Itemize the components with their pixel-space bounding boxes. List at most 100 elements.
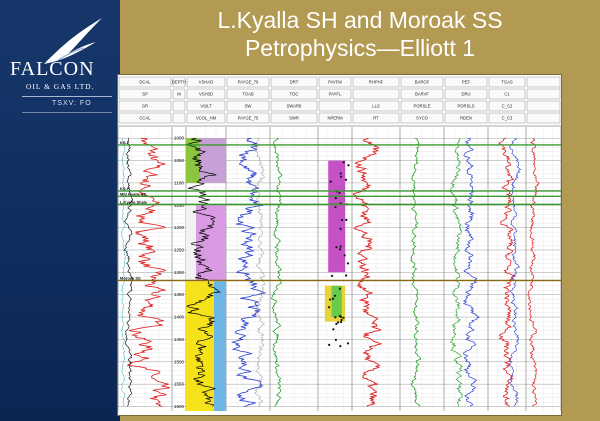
log-header-label: DCAL <box>139 80 151 85</box>
formation-marker-label: L.Kyalla Shale <box>120 199 148 204</box>
core-sample-dot <box>327 306 331 309</box>
core-sample-dot <box>334 338 338 341</box>
depth-label: 1600 <box>174 404 185 409</box>
log-header-cell <box>526 100 561 112</box>
log-header-label: BARVF <box>415 92 429 97</box>
log-header-label: DEPTH <box>172 80 186 85</box>
log-header-label: CCAL <box>139 116 151 121</box>
depth-label: 1200 <box>174 225 185 230</box>
depth-label: 1300 <box>174 270 185 275</box>
log-header-label: VSH3D <box>199 92 213 97</box>
log-header-label: PAYGE_76 <box>238 80 259 85</box>
lithology-silt-fill <box>186 205 196 282</box>
title-line-1: L.Kyalla SH and Moroak SS <box>217 7 503 33</box>
log-header-label: PEF <box>462 80 471 85</box>
formation-marker-label: Moroak SS <box>120 275 141 280</box>
well-log-panel: DCAL SP GR CCAL DEPTH M VSHAD VSH3D VSILT VCOL_HM… <box>117 74 562 416</box>
log-header-cell <box>526 112 561 124</box>
depth-label: 1100 <box>174 180 184 185</box>
log-header-cell <box>526 76 561 88</box>
slide: FALCON OIL & GAS LTD. TSXV: FO L.Kyalla … <box>0 0 600 421</box>
core-sample-dot <box>339 172 342 175</box>
core-sample-dot <box>339 345 342 348</box>
core-sample-dot <box>338 287 341 290</box>
formation-marker-label: KS-H <box>120 186 130 191</box>
log-header-label: DRU <box>461 92 470 97</box>
log-header-label: M <box>177 92 181 97</box>
log-header-label: C_C2 <box>502 104 513 109</box>
log-header-cell <box>172 100 186 112</box>
depth-label: 1000 <box>174 136 185 141</box>
log-header-cell <box>526 88 561 100</box>
log-header-label: BAROF <box>415 80 430 85</box>
depth-label: 1400 <box>174 315 185 320</box>
log-header-label: LLS <box>372 104 380 109</box>
core-sample-dot <box>344 274 348 277</box>
formation-marker-label: Mid Kyalla SS <box>120 191 147 196</box>
core-sample-dot <box>332 328 335 331</box>
core-sample-dot <box>335 246 338 249</box>
log-header-label: RDEN <box>460 116 472 121</box>
core-sample-dot <box>339 227 342 230</box>
log-header-label: SWR <box>289 116 299 121</box>
log-header-label: SYCO <box>416 116 429 121</box>
core-sample-dot <box>343 254 346 257</box>
core-sample-dot <box>337 321 340 324</box>
sidebar-divider <box>22 96 112 97</box>
log-header-label: PORSLE <box>414 104 431 109</box>
depth-label: 1500 <box>174 359 185 364</box>
ticker-symbol: TSXV: FO <box>52 100 92 107</box>
log-header-cell <box>172 112 186 124</box>
core-sample-dot <box>346 342 350 345</box>
depth-label: 1050 <box>174 158 185 163</box>
depth-label: 1150 <box>174 203 184 208</box>
log-header-label: SW <box>245 104 252 109</box>
log-header-label: GR <box>142 104 148 109</box>
log-header-label: TOAB <box>242 92 254 97</box>
core-sample-dot <box>342 316 345 319</box>
core-sample-dot <box>334 206 337 209</box>
brand-subtitle: OIL & GAS LTD. <box>26 82 95 91</box>
core-sample-dot <box>346 262 350 265</box>
log-header-label: TOC <box>290 92 299 97</box>
log-header-label: VSHAD <box>199 80 213 85</box>
core-sample-dot <box>347 164 350 167</box>
core-sample-dot <box>339 245 342 248</box>
core-sample-dot <box>340 318 343 322</box>
core-sample-dot <box>330 274 334 278</box>
log-header-label: PAYGE_75 <box>238 116 259 121</box>
core-sample-dot <box>335 322 338 325</box>
log-header-label: C_C3 <box>502 116 513 121</box>
sidebar-divider-2 <box>22 112 112 113</box>
log-header-cell <box>352 88 400 100</box>
slide-title: L.Kyalla SH and Moroak SS Petrophysics—E… <box>120 6 600 62</box>
pay-flag-fill <box>328 160 346 273</box>
log-header-label: VSILT <box>200 104 212 109</box>
core-sample-dot <box>338 248 342 251</box>
core-sample-dot <box>334 316 337 319</box>
depth-label: 1350 <box>174 292 185 297</box>
log-header-label: RT <box>373 116 379 121</box>
core-sample-dot <box>333 294 337 297</box>
core-sample-dot <box>340 218 344 222</box>
log-header-label: PORSLS <box>458 104 475 109</box>
log-header-label: RHPHF <box>369 80 384 85</box>
brand-name: FALCON <box>10 58 95 80</box>
title-line-2: Petrophysics—Elliott 1 <box>244 35 476 61</box>
core-sample-dot <box>334 197 337 200</box>
log-header-label: SWAR8 <box>287 104 302 109</box>
core-sample-dot <box>328 343 331 346</box>
depth-label: 1250 <box>174 247 185 252</box>
core-sample-dot <box>338 191 341 194</box>
log-header-label: PAYFM <box>328 80 342 85</box>
sidebar: FALCON OIL & GAS LTD. TSXV: FO <box>0 0 120 421</box>
log-header-label: NPERM <box>327 116 343 121</box>
log-header-label: VCOL_HM <box>196 116 217 121</box>
core-sample-dot <box>329 180 332 183</box>
well-log-image: DCAL SP GR CCAL DEPTH M VSHAD VSH3D VSILT VCOL_HM… <box>118 76 561 411</box>
core-sample-dot <box>340 175 343 178</box>
log-header-label: PAYFL <box>329 92 342 97</box>
log-header-label: DRT <box>290 80 299 85</box>
core-sample-dot <box>339 315 343 318</box>
log-header-label: SP <box>142 92 148 97</box>
